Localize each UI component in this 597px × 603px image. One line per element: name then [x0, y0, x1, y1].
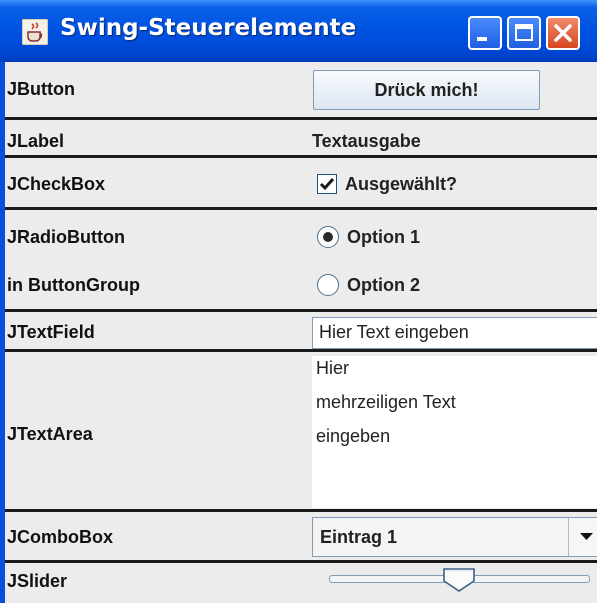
row-separator [5, 349, 597, 352]
row-separator [5, 207, 597, 210]
chevron-down-icon [580, 533, 593, 540]
combo-box-selected: Eintrag 1 [320, 527, 398, 547]
maximize-icon [515, 24, 533, 41]
content-panel: JButton Drück mich! JLabel Textausgabe J… [5, 62, 597, 603]
application-window: Swing-Steuerelemente JButton Drück mich! [0, 0, 597, 603]
slider-thumb[interactable] [442, 567, 476, 593]
press-me-button[interactable]: Drück mich! [313, 70, 540, 110]
label-jtextarea: JTextArea [7, 424, 93, 444]
label-jbutton: JButton [7, 79, 75, 99]
label-in-buttongroup: in ButtonGroup [7, 275, 140, 295]
text-area[interactable]: Hier mehrzeiligen Text eingeben [312, 356, 597, 508]
label-jtextfield: JTextField [7, 322, 95, 342]
text-area-line: Hier [316, 358, 350, 378]
selected-checkbox[interactable] [317, 174, 337, 194]
label-jcombobox: JComboBox [7, 527, 114, 547]
java-cup-icon [22, 19, 48, 45]
minimize-button[interactable] [468, 16, 502, 50]
title-bar[interactable]: Swing-Steuerelemente [0, 0, 597, 62]
label-jlabel: JLabel [7, 131, 65, 151]
close-icon [554, 24, 572, 42]
label-jcheckbox: JCheckBox [7, 174, 106, 194]
row-separator [5, 560, 597, 563]
press-me-button-label: Drück mich! [374, 79, 479, 100]
row-separator [5, 509, 597, 512]
checkmark-icon [319, 178, 335, 191]
label-jradiobutton: JRadioButton [7, 227, 125, 247]
text-area-line: mehrzeiligen Text [316, 392, 456, 412]
text-output-label: Textausgabe [312, 131, 421, 151]
radio-option-2-label[interactable]: Option 2 [347, 275, 420, 296]
text-field[interactable]: Hier Text eingeben [312, 317, 597, 349]
radio-selected-dot [323, 232, 333, 242]
combo-box[interactable]: Eintrag 1 [312, 517, 597, 557]
checkbox-label[interactable]: Ausgewählt? [345, 174, 457, 195]
minimize-icon [477, 37, 487, 41]
close-button[interactable] [546, 16, 580, 50]
window-title: Swing-Steuerelemente [60, 15, 357, 41]
text-area-line: eingeben [316, 426, 391, 446]
row-separator [5, 155, 597, 158]
radio-option-1-label[interactable]: Option 1 [347, 227, 420, 248]
combo-box-arrow-button[interactable] [568, 518, 597, 556]
radio-option-2[interactable] [317, 274, 339, 296]
row-separator [5, 309, 597, 312]
radio-option-1[interactable] [317, 226, 339, 248]
maximize-button[interactable] [507, 16, 541, 50]
label-jslider: JSlider [7, 571, 68, 591]
row-separator [5, 117, 597, 120]
